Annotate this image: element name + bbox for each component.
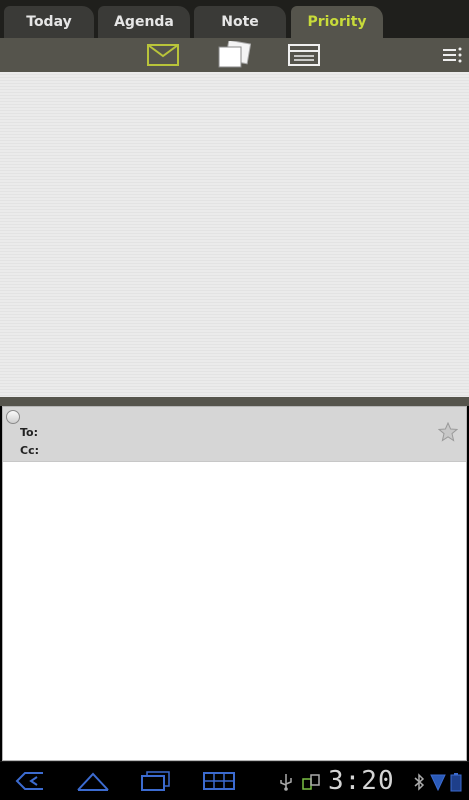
tab-today[interactable]: Today (4, 6, 94, 38)
clock: 3:20 (328, 766, 395, 796)
bluetooth-icon (413, 772, 427, 792)
usb-icon (278, 772, 294, 792)
wifi-icon (430, 772, 446, 792)
tab-bar: Today Agenda Note Priority (0, 0, 469, 38)
cc-label: Cc: (20, 444, 39, 457)
message-body[interactable] (3, 462, 466, 760)
system-bar: 3:20 (0, 761, 469, 800)
home-icon[interactable] (74, 768, 112, 794)
tab-priority[interactable]: Priority (291, 6, 383, 38)
message-pane: To: Cc: (2, 406, 467, 761)
divider (0, 397, 469, 406)
select-checkbox[interactable] (6, 410, 20, 424)
message-header: To: Cc: (3, 407, 466, 462)
app-grid-icon[interactable] (200, 768, 238, 794)
mail-icon[interactable] (146, 42, 180, 68)
debug-icon (302, 772, 322, 792)
back-icon[interactable] (12, 768, 48, 794)
tab-agenda[interactable]: Agenda (98, 6, 190, 38)
preview-pane (0, 72, 469, 397)
to-label: To: (20, 426, 38, 439)
overflow-menu-icon[interactable] (440, 42, 464, 68)
document-icon[interactable] (216, 41, 252, 68)
star-icon[interactable] (437, 421, 459, 442)
battery-icon (450, 772, 464, 792)
tab-note[interactable]: Note (194, 6, 286, 38)
toolbar (0, 38, 469, 72)
list-icon[interactable] (287, 42, 321, 68)
recent-apps-icon[interactable] (136, 768, 174, 794)
